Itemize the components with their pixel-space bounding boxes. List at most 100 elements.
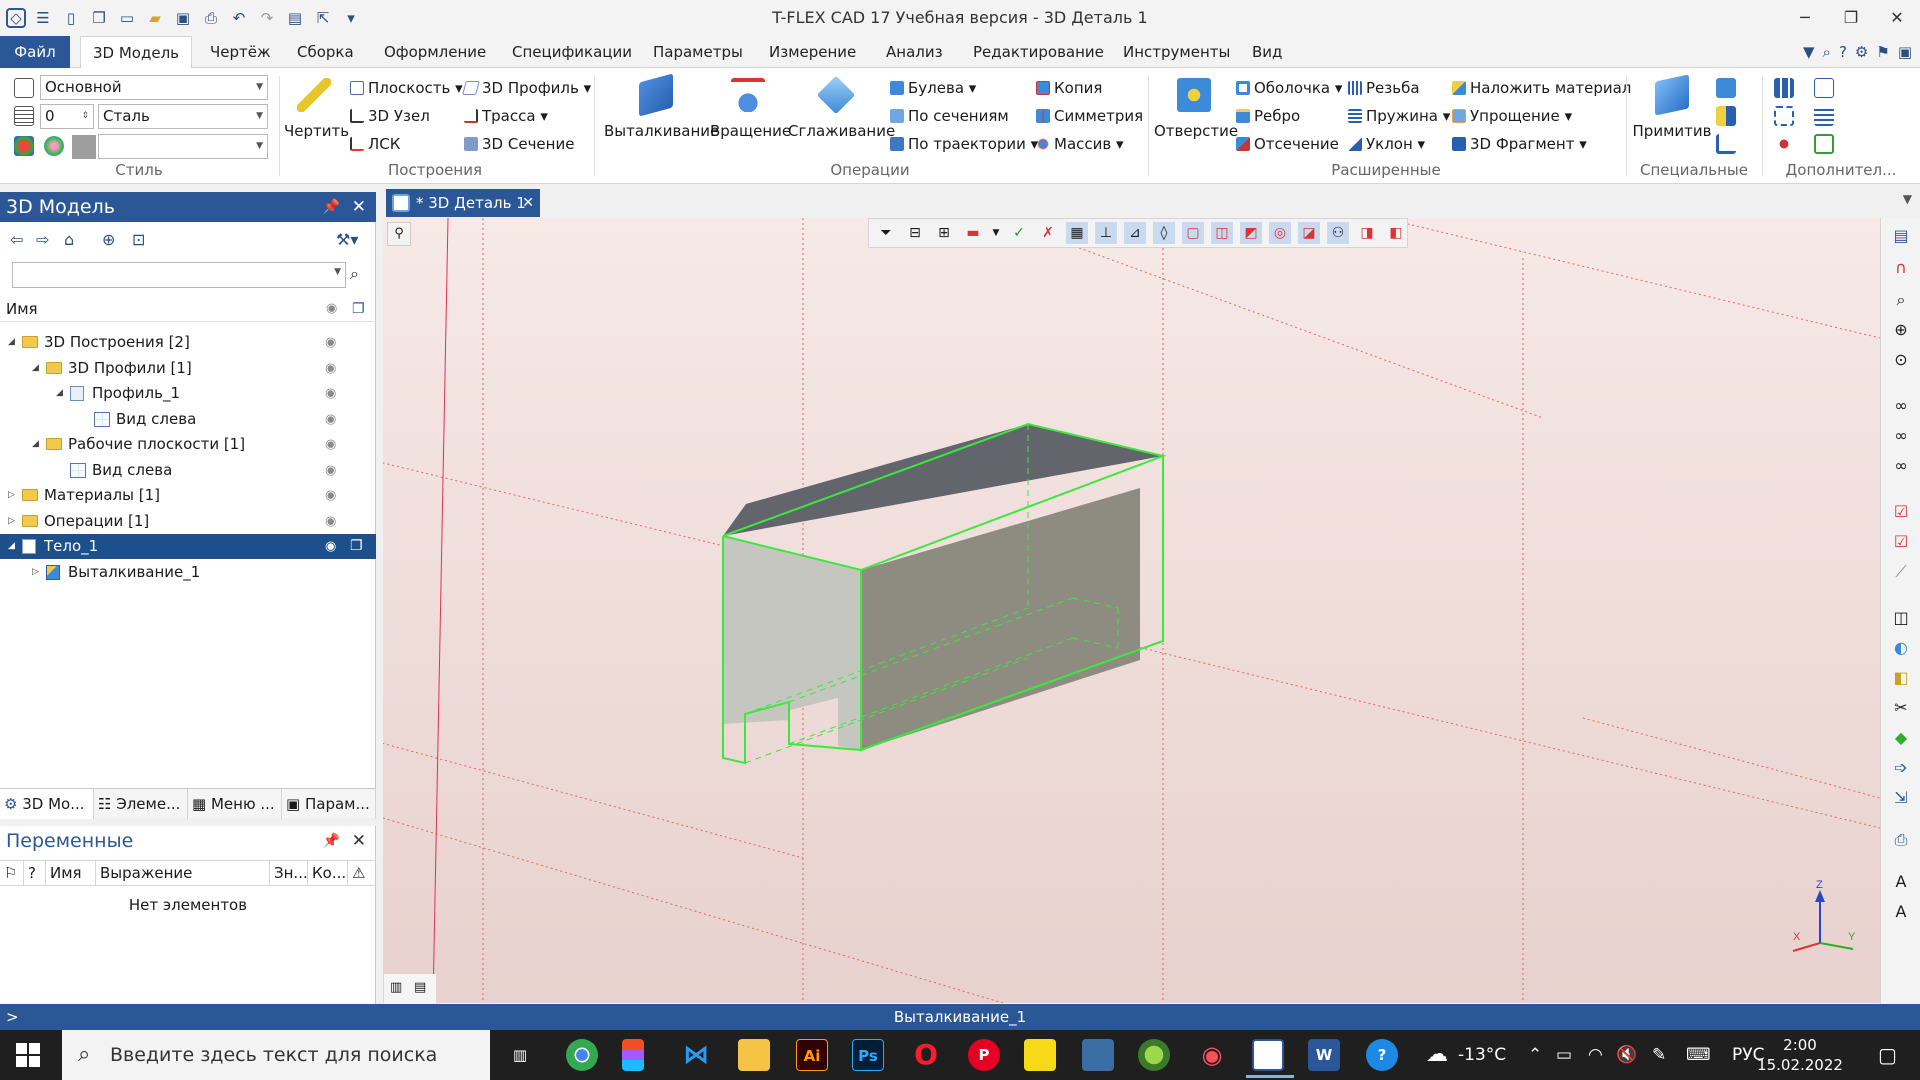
arrow-forward-icon[interactable]: ➩ [1889,756,1913,780]
node-filter-icon[interactable]: ⊥ [1095,222,1117,244]
figma-icon[interactable] [622,1039,644,1071]
edge-filter-icon[interactable]: ◫ [1211,222,1233,244]
close-icon[interactable]: ✕ [352,192,366,222]
3d-viewport[interactable]: Z X Y ⚲ ⏷ ⊟ ⊞ ▬ ▼ ✓ ✗ ▦ ⊥ ⊿ ◊ ▢ ◫ ◩ ◎ ◪ … [383,218,1880,1003]
home-icon[interactable]: ⌂ [64,230,74,249]
maps-app-icon[interactable] [1138,1039,1170,1071]
color-select[interactable]: ▼ [98,134,268,159]
expand-arrow-icon[interactable]: ▷ [8,509,15,534]
magnet-snap-icon[interactable]: ∩ [1889,256,1913,280]
extra-tool-6-icon[interactable] [1814,134,1834,154]
keyboard-icon[interactable]: ⌨ [1686,1030,1711,1080]
plane-button[interactable]: Плоскость ▾ [350,77,463,99]
panel-toggle-icon[interactable]: ▣ [1898,43,1912,61]
zoom-fit-icon[interactable]: ⊙ [1889,348,1913,372]
vscode-icon[interactable]: ⋈ [680,1039,712,1071]
tools-wrench-icon[interactable]: ⚒▾ [336,230,358,249]
visibility-column-icon[interactable]: ◉ [326,296,337,322]
collapse-arrow-icon[interactable]: ◢ [32,432,39,457]
extra-tool-3-icon[interactable] [1774,134,1794,154]
bottom-tab-elements[interactable]: ☷ Элеме... [94,789,188,819]
visibility-eye-icon[interactable]: ◉ [325,330,336,355]
tree-item[interactable]: ◢ 3D Построения [2] ◉ [0,330,376,355]
column-expression[interactable]: Выражение [96,861,270,885]
column-help[interactable]: ? [24,861,46,885]
tab-3d-model[interactable]: 3D Модель [80,36,192,69]
visibility-eye-icon[interactable]: ◉ [325,458,336,483]
layer-icon[interactable]: ❐ [350,534,363,559]
search-help-icon[interactable]: ⌕ [1823,43,1831,61]
slope-button[interactable]: Уклон ▾ [1348,133,1425,155]
properties-icon[interactable]: ▤ [284,7,306,29]
pin-icon[interactable]: 📌 [323,192,340,222]
tree-search-input[interactable]: ▼ [12,262,346,288]
print-icon[interactable]: ⎙ [200,7,222,29]
rib-button[interactable]: Ребро [1236,105,1300,127]
special-tool-1-icon[interactable] [1716,78,1736,98]
back-arrow-icon[interactable]: ⇦ [10,230,23,249]
tree-item[interactable]: ▷ Выталкивание_1 [0,560,376,585]
spring-button[interactable]: Пружина ▾ [1348,105,1450,127]
target-icon[interactable]: ⊕ [102,230,115,249]
tree-item[interactable]: ▷ Материалы [1] ◉ [0,483,376,508]
photoshop-icon[interactable]: Ps [852,1039,884,1071]
collapse-arrow-icon[interactable]: ◢ [32,356,39,381]
copy-button[interactable]: Копия [1036,77,1102,99]
tab-parameters[interactable]: Параметры [653,36,743,68]
close-icon[interactable]: ✕ [1874,0,1920,36]
tree-item[interactable]: ▷ Операции [1] ◉ [0,509,376,534]
glasses-edit-icon[interactable]: ∞ [1889,424,1913,448]
simplify-button[interactable]: Упрощение ▾ [1452,105,1572,127]
open-file-icon[interactable]: ▰ [144,7,166,29]
bottom-tab-params[interactable]: ▣ Парам... [282,789,376,819]
extra-tool-2-icon[interactable] [1774,106,1794,126]
material-select[interactable]: Сталь ▼ [98,104,268,129]
tree-item[interactable]: Вид слева ◉ [0,407,376,432]
node-button[interactable]: 3D Узел [350,105,430,127]
show-icon[interactable]: ◧ [1385,222,1407,244]
settings-gear-icon[interactable]: ⚙ [1855,43,1868,61]
check-body-icon[interactable]: ☑ [1889,500,1913,524]
scene-tree-icon[interactable]: ⚲ [387,222,411,246]
layer-select[interactable]: Основной ▼ [40,75,268,100]
hide-icon[interactable]: ◨ [1356,222,1378,244]
profile-filter-icon[interactable]: ◊ [1153,222,1175,244]
window-icon[interactable]: ❐ [88,7,110,29]
uncheck-select-icon[interactable]: ✗ [1037,222,1059,244]
tray-chevron-up-icon[interactable]: ⌃ [1528,1030,1542,1080]
wireframe-icon[interactable]: ◫ [1889,606,1913,630]
expand-arrow-icon[interactable]: ▷ [32,560,39,585]
rotate-button[interactable]: Вращение [710,72,791,140]
volume-mute-icon[interactable]: 🔇 [1616,1030,1637,1080]
check-all-icon[interactable]: ☑ [1889,530,1913,554]
3d-body[interactable] [722,422,1167,765]
tab-measure[interactable]: Измерение [769,36,856,68]
plane-filter-icon[interactable]: ▦ [1066,222,1088,244]
profile-3d-button[interactable]: 3D Профиль ▾ [462,77,591,99]
text-alt-icon[interactable]: A [1889,900,1913,924]
measure-icon[interactable]: ⇱ [312,7,334,29]
zoom-in-icon[interactable]: ⊕ [1889,318,1913,342]
weather-cloud-icon[interactable]: ☁ [1426,1030,1448,1080]
tab-design[interactable]: Оформление [384,36,486,68]
check-select-icon[interactable]: ✓ [1008,222,1030,244]
color-palette-icon[interactable] [14,136,34,156]
help-app-icon[interactable]: ? [1366,1039,1398,1071]
shell-button[interactable]: Оболочка ▾ [1236,77,1342,99]
smooth-button[interactable]: Сглаживание [788,72,895,140]
column-comment[interactable]: Ко... [308,861,348,885]
boolean-button[interactable]: Булева ▾ [890,77,976,99]
search-icon[interactable]: ⌕ [350,264,359,284]
tflex-taskbar-icon[interactable] [1246,1039,1294,1078]
extra-tool-5-icon[interactable] [1814,106,1834,126]
column-name[interactable]: Имя [46,861,96,885]
symmetry-button[interactable]: Симметрия [1036,105,1143,127]
app-logo-icon[interactable]: ◇ [6,8,26,28]
collapse-arrow-icon[interactable]: ◢ [56,381,63,406]
forward-arrow-icon[interactable]: ⇨ [36,230,49,249]
view-mode-toggle[interactable]: ▥ ▤ [384,974,436,1004]
face-filter-icon[interactable]: ▢ [1182,222,1204,244]
extrude-button[interactable]: Выталкивание [604,72,719,140]
visibility-eye-icon[interactable]: ◉ [325,381,336,406]
weather-temperature[interactable]: -13°C [1458,1030,1506,1080]
